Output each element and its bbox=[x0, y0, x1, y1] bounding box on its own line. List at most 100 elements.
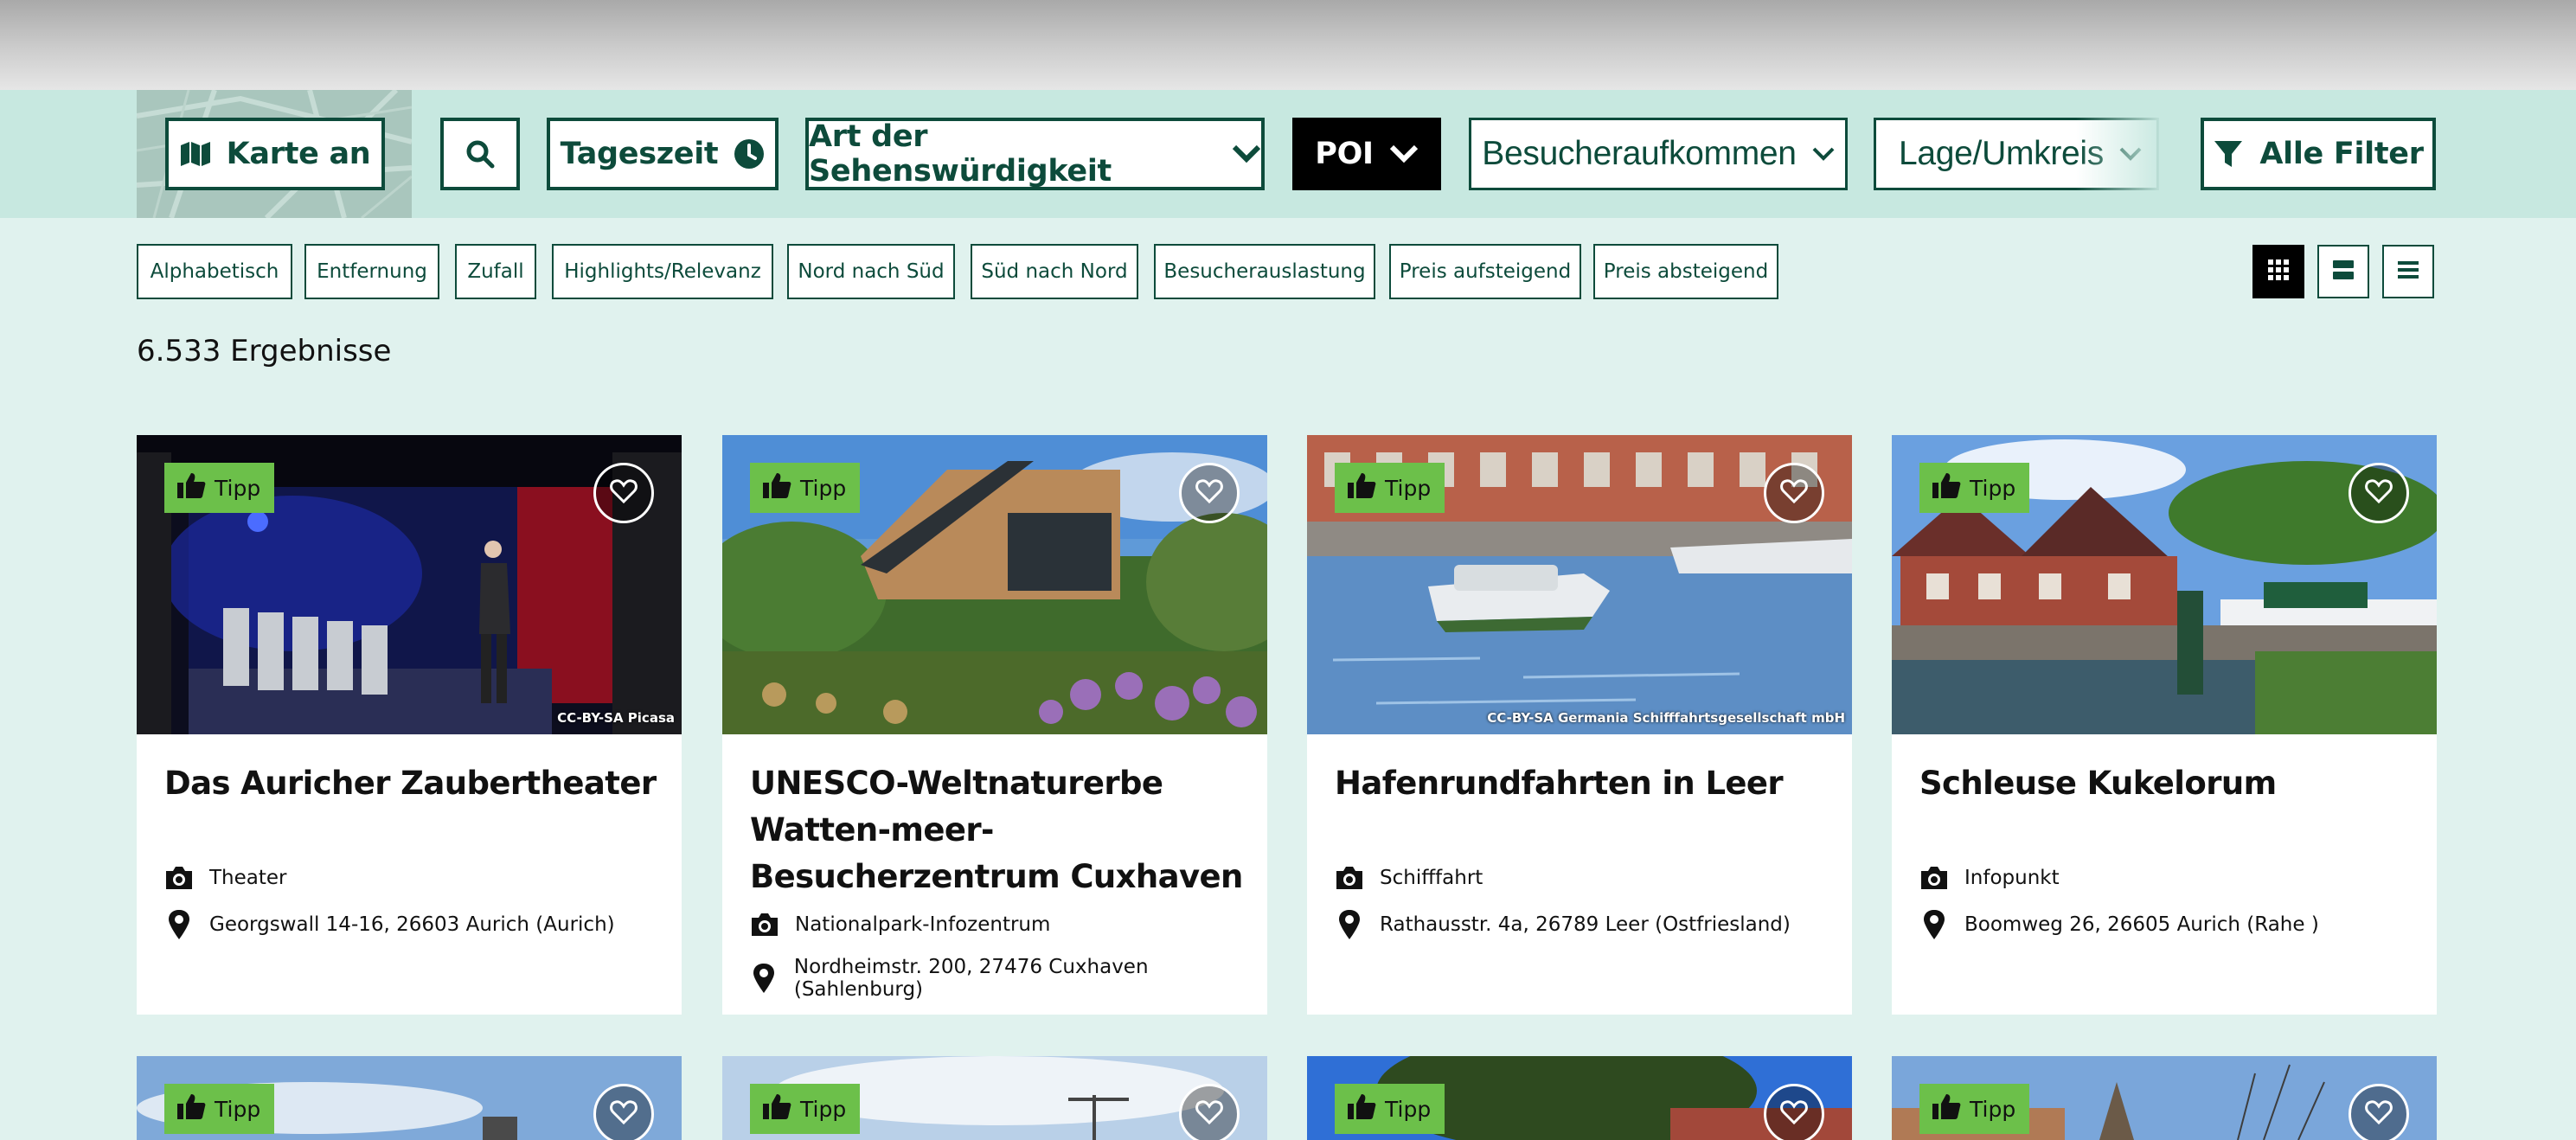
location-pin-icon bbox=[750, 963, 779, 994]
thumbs-up-icon bbox=[1932, 471, 1961, 504]
favorite-button[interactable] bbox=[2349, 1084, 2409, 1140]
sort-price-desc[interactable]: Preis absteigend bbox=[1593, 244, 1778, 299]
grid-view-icon bbox=[2267, 259, 2290, 285]
sort-random[interactable]: Zufall bbox=[455, 244, 536, 299]
location-label: Lage/Umkreis bbox=[1899, 135, 2104, 172]
sort-visitor-load[interactable]: Besucherauslastung bbox=[1154, 244, 1375, 299]
category-label: Nationalpark-Infozentrum bbox=[795, 913, 1051, 936]
tipp-label: Tipp bbox=[1385, 475, 1432, 501]
favorite-button[interactable] bbox=[1179, 1084, 1240, 1140]
heart-icon bbox=[2365, 1100, 2393, 1128]
card-category: Nationalpark-Infozentrum bbox=[750, 912, 1050, 938]
tipp-badge: Tipp bbox=[1919, 463, 2030, 513]
camera-icon bbox=[1919, 865, 1949, 891]
thumbs-up-icon bbox=[762, 1092, 791, 1125]
favorite-button[interactable] bbox=[1179, 463, 1240, 523]
heart-icon bbox=[1780, 1100, 1808, 1128]
category-label: Infopunkt bbox=[1964, 867, 2060, 889]
thumbs-up-icon bbox=[176, 471, 206, 504]
card-title[interactable]: Hafenrundfahrten in Leer bbox=[1335, 760, 1836, 807]
heart-icon bbox=[1195, 479, 1223, 507]
all-filters-label: Alle Filter bbox=[2259, 137, 2424, 171]
tipp-label: Tipp bbox=[800, 1096, 847, 1122]
card-address: Rathausstr. 4a, 26789 Leer (Ostfriesland… bbox=[1335, 909, 1791, 940]
poi-card[interactable]: Tipp Schleuse Kukelorum Infopunkt Boomwe… bbox=[1892, 435, 2437, 1015]
sort-price-asc[interactable]: Preis aufsteigend bbox=[1389, 244, 1581, 299]
address-label: Nordheimstr. 200, 27476 Cuxhaven (Sahlen… bbox=[793, 956, 1149, 1001]
search-button[interactable] bbox=[440, 118, 520, 190]
tipp-badge: Tipp bbox=[1919, 1084, 2030, 1134]
tipp-badge: Tipp bbox=[750, 463, 861, 513]
card-title[interactable]: Das Auricher Zaubertheater bbox=[164, 760, 666, 807]
map-toggle-button[interactable]: Karte an bbox=[165, 118, 385, 190]
sort-south-north[interactable]: Süd nach Nord bbox=[971, 244, 1138, 299]
chevron-down-icon bbox=[1389, 144, 1419, 163]
browser-chrome-gradient bbox=[0, 0, 2576, 90]
heart-icon bbox=[610, 1100, 638, 1128]
favorite-button[interactable] bbox=[1764, 463, 1824, 523]
tipp-label: Tipp bbox=[215, 475, 261, 501]
thumbs-up-icon bbox=[1932, 1092, 1961, 1125]
location-pin-icon bbox=[164, 909, 194, 940]
camera-icon bbox=[164, 865, 194, 891]
location-pin-icon bbox=[1335, 909, 1364, 940]
visitor-volume-filter[interactable]: Besucheraufkommen bbox=[1469, 118, 1848, 190]
camera-icon bbox=[1335, 865, 1364, 891]
map-toggle-label: Karte an bbox=[226, 137, 371, 171]
favorite-button[interactable] bbox=[593, 1084, 654, 1140]
poi-card[interactable]: Tipp bbox=[722, 1056, 1267, 1140]
camera-icon bbox=[750, 912, 779, 938]
favorite-button[interactable] bbox=[1764, 1084, 1824, 1140]
search-icon bbox=[465, 138, 496, 170]
heart-icon bbox=[1195, 1100, 1223, 1128]
all-filters-button[interactable]: Alle Filter bbox=[2201, 118, 2436, 190]
sort-alphabetical[interactable]: Alphabetisch bbox=[137, 244, 292, 299]
time-of-day-label: Tageszeit bbox=[560, 137, 719, 171]
poi-label: POI bbox=[1315, 137, 1374, 171]
card-address: Nordheimstr. 200, 27476 Cuxhaven (Sahlen… bbox=[750, 956, 1267, 1001]
card-title[interactable]: Schleuse Kukelorum bbox=[1919, 760, 2421, 807]
thumbs-up-icon bbox=[762, 471, 791, 504]
favorite-button[interactable] bbox=[593, 463, 654, 523]
tipp-badge: Tipp bbox=[1335, 1084, 1445, 1134]
poi-card[interactable]: CC-BY-SA Picasa Tipp Das Auricher Zauber… bbox=[137, 435, 682, 1015]
card-title[interactable]: UNESCO-Weltnaturerbe Watten-meer-Besuche… bbox=[750, 760, 1252, 900]
category-label: Theater bbox=[209, 867, 287, 889]
poi-card[interactable]: Tipp bbox=[137, 1056, 682, 1140]
sort-highlights[interactable]: Highlights/Relevanz bbox=[552, 244, 773, 299]
tipp-badge: Tipp bbox=[750, 1084, 861, 1134]
poi-card[interactable]: CC-BY-SA Germania Schifffahrtsgesellscha… bbox=[1307, 435, 1852, 1015]
card-category: Schifffahrt bbox=[1335, 865, 1483, 891]
thumbs-up-icon bbox=[176, 1092, 206, 1125]
filter-scroll-fade bbox=[2076, 111, 2180, 197]
sight-type-label: Art der Sehenswürdigkeit bbox=[809, 119, 1112, 189]
grid-view-button[interactable] bbox=[2252, 245, 2304, 298]
poi-card[interactable]: Tipp UNESCO-Weltnaturerbe Watten-meer-Be… bbox=[722, 435, 1267, 1015]
time-of-day-filter[interactable]: Tageszeit bbox=[547, 118, 779, 190]
category-label: Schifffahrt bbox=[1380, 867, 1483, 889]
chevron-down-icon bbox=[1232, 144, 1261, 163]
card-address: Boomweg 26, 26605 Aurich (Rahe ) bbox=[1919, 909, 2319, 940]
sight-type-filter[interactable]: Art der Sehenswürdigkeit bbox=[805, 118, 1265, 190]
tipp-label: Tipp bbox=[1385, 1096, 1432, 1122]
tipp-label: Tipp bbox=[1970, 475, 2016, 501]
address-label: Georgswall 14-16, 26603 Aurich (Aurich) bbox=[209, 913, 615, 936]
tipp-label: Tipp bbox=[215, 1096, 261, 1122]
poi-card[interactable]: Tipp bbox=[1307, 1056, 1852, 1140]
poi-card[interactable]: Tipp bbox=[1892, 1056, 2437, 1140]
tipp-badge: Tipp bbox=[1335, 463, 1445, 513]
list-view-button[interactable] bbox=[2382, 245, 2434, 298]
tipp-badge: Tipp bbox=[164, 463, 275, 513]
sort-north-south[interactable]: Nord nach Süd bbox=[787, 244, 955, 299]
results-count: 6.533 Ergebnisse bbox=[137, 334, 392, 368]
tipp-label: Tipp bbox=[800, 475, 847, 501]
tipp-badge: Tipp bbox=[164, 1084, 275, 1134]
sort-distance[interactable]: Entfernung bbox=[304, 244, 439, 299]
card-address: Georgswall 14-16, 26603 Aurich (Aurich) bbox=[164, 909, 615, 940]
favorite-button[interactable] bbox=[2349, 463, 2409, 523]
card-category: Theater bbox=[164, 865, 287, 891]
card-view-button[interactable] bbox=[2317, 245, 2369, 298]
image-credit: CC-BY-SA Picasa bbox=[557, 710, 675, 726]
poi-filter[interactable]: POI bbox=[1292, 118, 1441, 190]
filter-icon bbox=[2213, 138, 2244, 170]
